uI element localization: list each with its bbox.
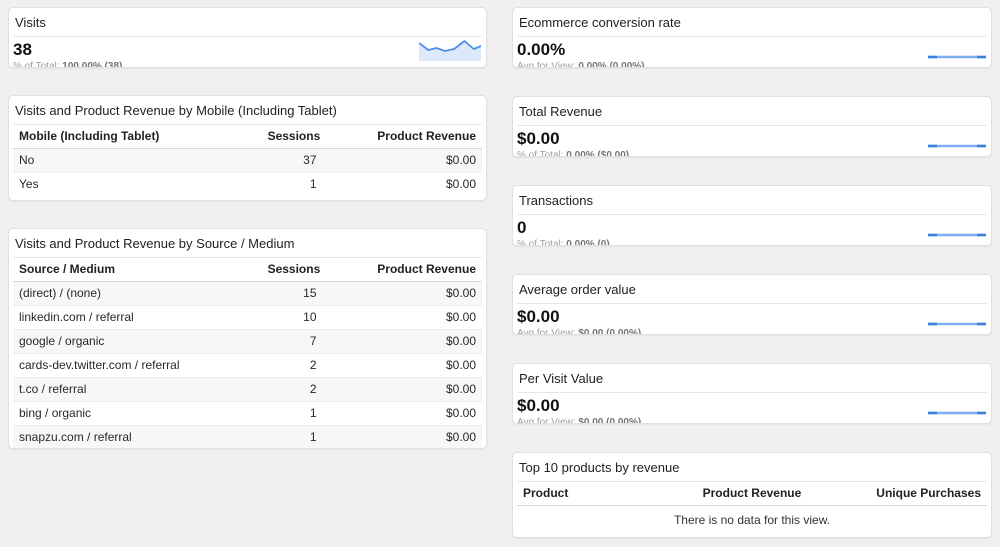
subtitle-label: % of Total: bbox=[517, 150, 564, 157]
table-row: No 37 $0.00 bbox=[13, 149, 482, 173]
subtitle-value: $0.00 (0.00%) bbox=[578, 328, 641, 335]
metric-value: $0.00 bbox=[517, 397, 987, 415]
column-header-unique-purchases: Unique Purchases bbox=[830, 482, 987, 506]
table-row: cards-dev.twitter.com / referral 2 $0.00 bbox=[13, 354, 482, 378]
table-row: bing / organic 1 $0.00 bbox=[13, 402, 482, 426]
table-row: linkedin.com / referral 10 $0.00 bbox=[13, 306, 482, 330]
metric-subtitle: Avg for View: 0.00% (0.00%) bbox=[517, 61, 987, 68]
metric-value: 0 bbox=[517, 219, 987, 237]
empty-state-row: There is no data for this view. bbox=[517, 506, 987, 538]
average-order-value-widget[interactable]: Average order value $0.00 Avg for View: … bbox=[512, 274, 992, 335]
table-row: google / organic 7 $0.00 bbox=[13, 330, 482, 354]
table-row: snapzu.com / referral 1 $0.00 bbox=[13, 426, 482, 450]
column-header-sessions: Sessions bbox=[262, 258, 323, 282]
source-medium-table: Source / Medium Sessions Product Revenue… bbox=[13, 258, 482, 449]
subtitle-label: Avg for View: bbox=[517, 61, 576, 68]
transactions-widget[interactable]: Transactions 0 % of Total: 0.00% (0) bbox=[512, 185, 992, 246]
column-header-product: Product bbox=[517, 482, 674, 506]
mobile-revenue-widget[interactable]: Visits and Product Revenue by Mobile (In… bbox=[8, 95, 487, 201]
top-products-table: Product Product Revenue Unique Purchases… bbox=[517, 482, 987, 537]
visits-sparkline-chart bbox=[419, 37, 481, 61]
metric-subtitle: Avg for View: $0.00 (0.00%) bbox=[517, 328, 987, 335]
ecommerce-conversion-rate-widget[interactable]: Ecommerce conversion rate 0.00% Avg for … bbox=[512, 7, 992, 68]
column-header-product-revenue: Product Revenue bbox=[674, 482, 831, 506]
card-title: Total Revenue bbox=[517, 97, 987, 126]
subtitle-value: 0.00% (0) bbox=[566, 239, 609, 246]
total-revenue-widget[interactable]: Total Revenue $0.00 % of Total: 0.00% ($… bbox=[512, 96, 992, 157]
subtitle-label: Avg for View: bbox=[517, 328, 576, 335]
flat-sparkline-chart bbox=[928, 233, 986, 237]
metric-subtitle: % of Total: 100.00% (38) bbox=[13, 61, 482, 68]
subtitle-label: % of Total: bbox=[517, 239, 564, 246]
subtitle-value: 100.00% (38) bbox=[62, 61, 122, 68]
metric-value: 0.00% bbox=[517, 41, 987, 59]
metric-subtitle: % of Total: 0.00% ($0.00) bbox=[517, 150, 987, 157]
metric-value: 38 bbox=[13, 41, 482, 59]
column-header-product-revenue: Product Revenue bbox=[323, 125, 482, 149]
table-row: t.co / referral 2 $0.00 bbox=[13, 378, 482, 402]
table-header-row: Source / Medium Sessions Product Revenue bbox=[13, 258, 482, 282]
card-title: Average order value bbox=[517, 275, 987, 304]
table-header-row: Mobile (Including Tablet) Sessions Produ… bbox=[13, 125, 482, 149]
card-title: Per Visit Value bbox=[517, 364, 987, 393]
visits-widget[interactable]: Visits 38 % of Total: 100.00% (38) bbox=[8, 7, 487, 68]
card-title: Transactions bbox=[517, 186, 987, 215]
left-column: Visits 38 % of Total: 100.00% (38) Visit… bbox=[8, 7, 487, 449]
per-visit-value-widget[interactable]: Per Visit Value $0.00 Avg for View: $0.0… bbox=[512, 363, 992, 424]
flat-sparkline-chart bbox=[928, 144, 986, 148]
top-products-widget[interactable]: Top 10 products by revenue Product Produ… bbox=[512, 452, 992, 538]
subtitle-value: 0.00% ($0.00) bbox=[566, 150, 629, 157]
source-medium-revenue-widget[interactable]: Visits and Product Revenue by Source / M… bbox=[8, 228, 487, 449]
column-header-mobile: Mobile (Including Tablet) bbox=[13, 125, 262, 149]
metric-subtitle: Avg for View: $0.00 (0.00%) bbox=[517, 417, 987, 424]
metric-value: $0.00 bbox=[517, 308, 987, 326]
flat-sparkline-chart bbox=[928, 411, 986, 415]
empty-state-message: There is no data for this view. bbox=[517, 506, 987, 538]
card-title: Ecommerce conversion rate bbox=[517, 8, 987, 37]
right-column: Ecommerce conversion rate 0.00% Avg for … bbox=[512, 7, 992, 538]
flat-sparkline-chart bbox=[928, 322, 986, 326]
flat-sparkline-chart bbox=[928, 55, 986, 59]
column-header-product-revenue: Product Revenue bbox=[323, 258, 482, 282]
metric-value: $0.00 bbox=[517, 130, 987, 148]
subtitle-label: % of Total: bbox=[13, 61, 60, 68]
subtitle-value: $0.00 (0.00%) bbox=[578, 417, 641, 424]
card-title: Top 10 products by revenue bbox=[517, 453, 987, 482]
subtitle-value: 0.00% (0.00%) bbox=[578, 61, 644, 68]
subtitle-label: Avg for View: bbox=[517, 417, 576, 424]
column-header-sessions: Sessions bbox=[262, 125, 323, 149]
table-header-row: Product Product Revenue Unique Purchases bbox=[517, 482, 987, 506]
card-title: Visits and Product Revenue by Mobile (In… bbox=[13, 96, 482, 125]
card-title: Visits and Product Revenue by Source / M… bbox=[13, 229, 482, 258]
mobile-table: Mobile (Including Tablet) Sessions Produ… bbox=[13, 125, 482, 196]
column-header-source-medium: Source / Medium bbox=[13, 258, 262, 282]
table-row: (direct) / (none) 15 $0.00 bbox=[13, 282, 482, 306]
table-row: Yes 1 $0.00 bbox=[13, 173, 482, 197]
card-title: Visits bbox=[13, 8, 482, 37]
metric-subtitle: % of Total: 0.00% (0) bbox=[517, 239, 987, 246]
